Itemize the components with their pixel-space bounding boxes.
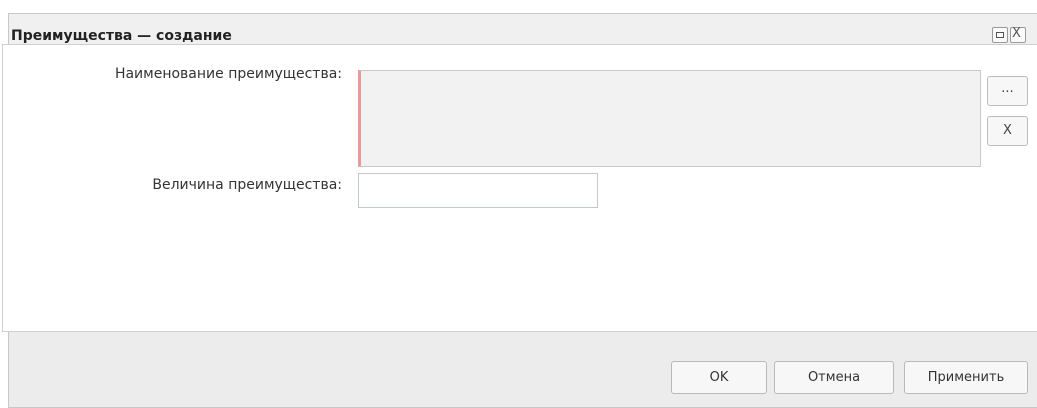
dialog-title: Преимущества — создание <box>11 28 232 44</box>
apply-button[interactable]: Применить <box>904 361 1028 394</box>
name-textarea[interactable] <box>358 70 981 167</box>
maximize-icon <box>996 32 1004 38</box>
close-icon: X <box>1012 26 1021 41</box>
pick-button[interactable]: ... <box>987 76 1028 106</box>
value-input[interactable] <box>358 173 598 208</box>
close-button[interactable]: X <box>1010 26 1026 43</box>
value-label: Величина преимущества: <box>152 177 342 193</box>
cancel-button[interactable]: Отмена <box>774 361 894 394</box>
ok-button[interactable]: OK <box>671 361 767 394</box>
maximize-button[interactable] <box>992 27 1008 43</box>
clear-button[interactable]: X <box>987 116 1028 146</box>
name-label: Наименование преимущества: <box>114 66 342 82</box>
